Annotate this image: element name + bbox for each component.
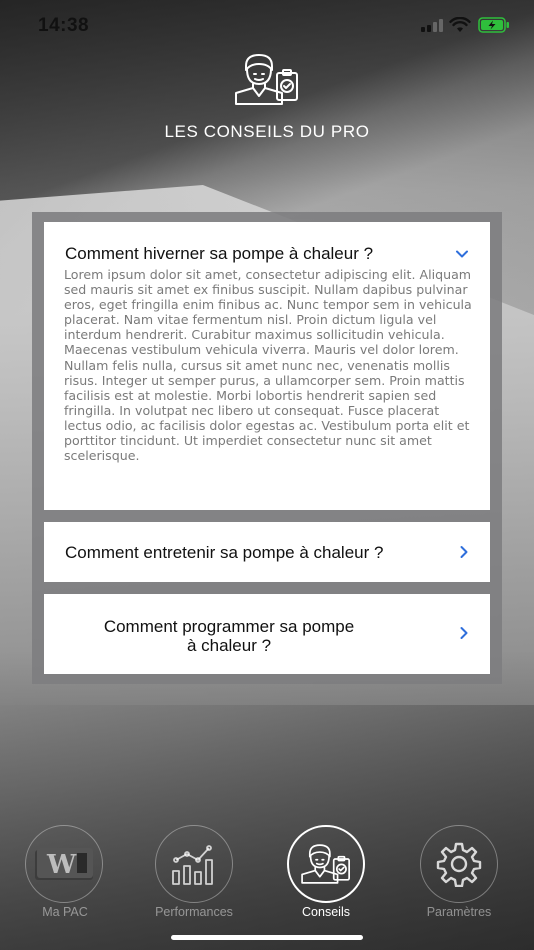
wifi-icon [449, 17, 471, 32]
status-bar: 14:38 [0, 0, 534, 50]
signal-icon [421, 19, 443, 32]
nav-circle[interactable] [155, 825, 233, 903]
chart-icon [172, 845, 213, 885]
nav-circle[interactable]: W [25, 825, 103, 903]
faq-item-winterize[interactable]: Comment hiverner sa pompe à chaleur ? Lo… [44, 222, 490, 510]
faq-question[interactable]: Comment entretenir sa pompe à chaleur ? [65, 543, 383, 563]
home-indicator[interactable] [171, 935, 363, 940]
faq-answer: Lorem ipsum dolor sit amet, consectetur … [64, 267, 472, 464]
nav-circle[interactable] [287, 825, 365, 903]
bottom-nav: W Ma PAC Performances Conseils Paramètre… [0, 825, 534, 925]
status-time: 14:38 [38, 15, 90, 36]
nav-item-conseils[interactable]: Conseils [261, 825, 391, 919]
faq-question-line-1: Comment programmer sa pompe [103, 617, 355, 636]
nav-item-parametres[interactable]: Paramètres [394, 825, 524, 919]
gear-icon [436, 842, 482, 887]
nav-item-ma-pac[interactable]: W Ma PAC [0, 825, 130, 919]
nav-label: Paramètres [426, 905, 492, 919]
svg-text:W: W [46, 850, 77, 880]
nav-label: Ma PAC [42, 905, 88, 919]
advisor-icon [235, 54, 298, 105]
faq-question-line-2: à chaleur ? [186, 636, 272, 655]
heat-pump-logo-icon: W [35, 848, 93, 880]
nav-label: Conseils [302, 905, 350, 919]
faq-question[interactable]: Comment hiverner sa pompe à chaleur ? [65, 244, 373, 264]
faq-panel: Comment hiverner sa pompe à chaleur ? Lo… [32, 212, 502, 684]
chevron-right-icon[interactable] [457, 545, 471, 559]
battery-icon [478, 17, 509, 33]
chevron-right-icon[interactable] [457, 626, 471, 640]
faq-question[interactable]: Comment programmer sa pompe à chaleur ? [54, 617, 404, 655]
faq-item-program[interactable]: Comment programmer sa pompe à chaleur ? [44, 594, 490, 674]
advisor-icon [301, 844, 350, 884]
page-title: LES CONSEILS DU PRO [164, 122, 370, 141]
faq-item-maintain[interactable]: Comment entretenir sa pompe à chaleur ? [44, 522, 490, 582]
nav-item-performances[interactable]: Performances [129, 825, 259, 919]
nav-label: Performances [155, 905, 233, 919]
chevron-down-icon[interactable] [455, 247, 469, 261]
nav-circle[interactable] [420, 825, 498, 903]
